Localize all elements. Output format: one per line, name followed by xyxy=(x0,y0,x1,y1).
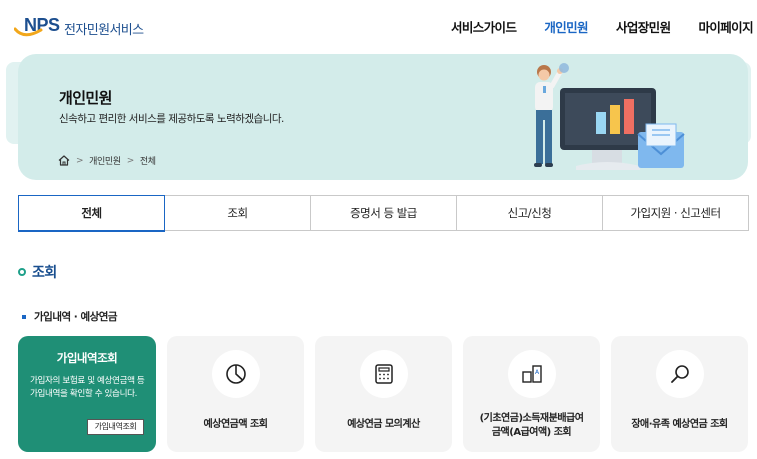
chevron-right-icon: > xyxy=(76,155,84,166)
pie-chart-icon xyxy=(225,364,246,384)
service-card-label-line1: (기초연금)소득재분배급여 xyxy=(479,413,584,424)
nav-service-guide[interactable]: 서비스가이드 xyxy=(451,17,517,36)
tab-inquiry[interactable]: 조회 xyxy=(165,196,311,230)
tab-certificate-issue[interactable]: 증명서 등 발급 xyxy=(311,196,457,230)
tab-all[interactable]: 전체 xyxy=(18,195,165,232)
category-tabs: 전체 조회 증명서 등 발급 신고/신청 가입지원 · 신고센터 xyxy=(18,195,749,232)
icon-circle xyxy=(211,350,260,398)
service-card-label: (기초연금)소득재분배급여 금액(A급여액) 조회 xyxy=(467,412,596,440)
service-card-pension-simulation[interactable]: 예상연금 모의계산 xyxy=(315,336,452,452)
tab-report-apply[interactable]: 신고/신청 xyxy=(457,196,603,230)
square-bullet-icon xyxy=(22,314,26,319)
page-title: 개인민원 xyxy=(59,89,112,107)
service-card-label-line2: 금액(A급여액) 조회 xyxy=(491,427,572,438)
section-title: 조회 xyxy=(32,265,57,281)
subsection-heading: 가입내역 · 예상연금 xyxy=(22,309,118,324)
home-icon[interactable] xyxy=(58,155,70,166)
service-card-label: 장애·유족 예상연금 조회 xyxy=(631,419,728,430)
page-subtitle: 신속하고 편리한 서비스를 제공하도록 노력하겠습니다. xyxy=(59,113,284,125)
ring-bullet-icon xyxy=(18,268,26,276)
document-compare-icon: A xyxy=(521,365,542,383)
nav-personal-civil[interactable]: 개인민원 xyxy=(544,17,588,36)
nav-my-page[interactable]: 마이페이지 xyxy=(698,17,753,36)
page-banner: 개인민원 신속하고 편리한 서비스를 제공하도록 노력하겠습니다. > 개인민원… xyxy=(18,54,748,180)
nav-business-civil[interactable]: 사업장민원 xyxy=(616,17,671,36)
enrollment-history-card: 가입내역조회 가입자의 보험료 및 예상연금액 등 가입내역을 확인할 수 있습… xyxy=(18,336,156,452)
banner-illustration xyxy=(534,63,685,170)
icon-circle xyxy=(359,350,408,398)
tab-enrollment-support[interactable]: 가입지원 · 신고센터 xyxy=(603,196,749,230)
logo-text: 전자민원서비스 xyxy=(64,22,144,38)
subsection-title: 가입내역 · 예상연금 xyxy=(34,311,118,323)
icon-circle: A xyxy=(507,350,556,398)
icon-circle xyxy=(655,350,704,398)
enrollment-history-title: 가입내역조회 xyxy=(56,351,118,365)
nps-logo[interactable]: NPS 전자민원서비스 xyxy=(14,14,144,42)
logo-swoosh-icon xyxy=(14,27,43,37)
enrollment-history-button[interactable]: 가입내역조회 xyxy=(87,419,144,435)
calculator-icon xyxy=(374,364,393,384)
breadcrumb: > 개인민원 > 전체 xyxy=(58,154,156,167)
svg-text:A: A xyxy=(535,369,540,376)
magnifier-icon xyxy=(670,365,689,383)
service-card-disability-survivor[interactable]: 장애·유족 예상연금 조회 xyxy=(611,336,748,452)
service-card-income-redistribution[interactable]: A (기초연금)소득재분배급여 금액(A급여액) 조회 xyxy=(463,336,600,452)
breadcrumb-item-current: 전체 xyxy=(139,157,156,167)
header: NPS 전자민원서비스 서비스가이드 개인민원 사업장민원 마이페이지 xyxy=(0,0,757,52)
service-card-expected-pension[interactable]: 예상연금액 조회 xyxy=(167,336,304,452)
logo-mark: NPS xyxy=(14,14,62,42)
main-nav: 서비스가이드 개인민원 사업장민원 마이페이지 xyxy=(423,17,754,36)
service-card-label: 예상연금 모의계산 xyxy=(347,419,420,430)
service-card-label: 예상연금액 조회 xyxy=(203,419,268,430)
enrollment-history-description: 가입자의 보험료 및 예상연금액 등 가입내역을 확인할 수 있습니다. xyxy=(30,376,145,399)
chevron-right-icon: > xyxy=(126,155,135,166)
section-heading: 조회 xyxy=(18,262,57,282)
breadcrumb-item[interactable]: 개인민원 xyxy=(89,154,121,167)
